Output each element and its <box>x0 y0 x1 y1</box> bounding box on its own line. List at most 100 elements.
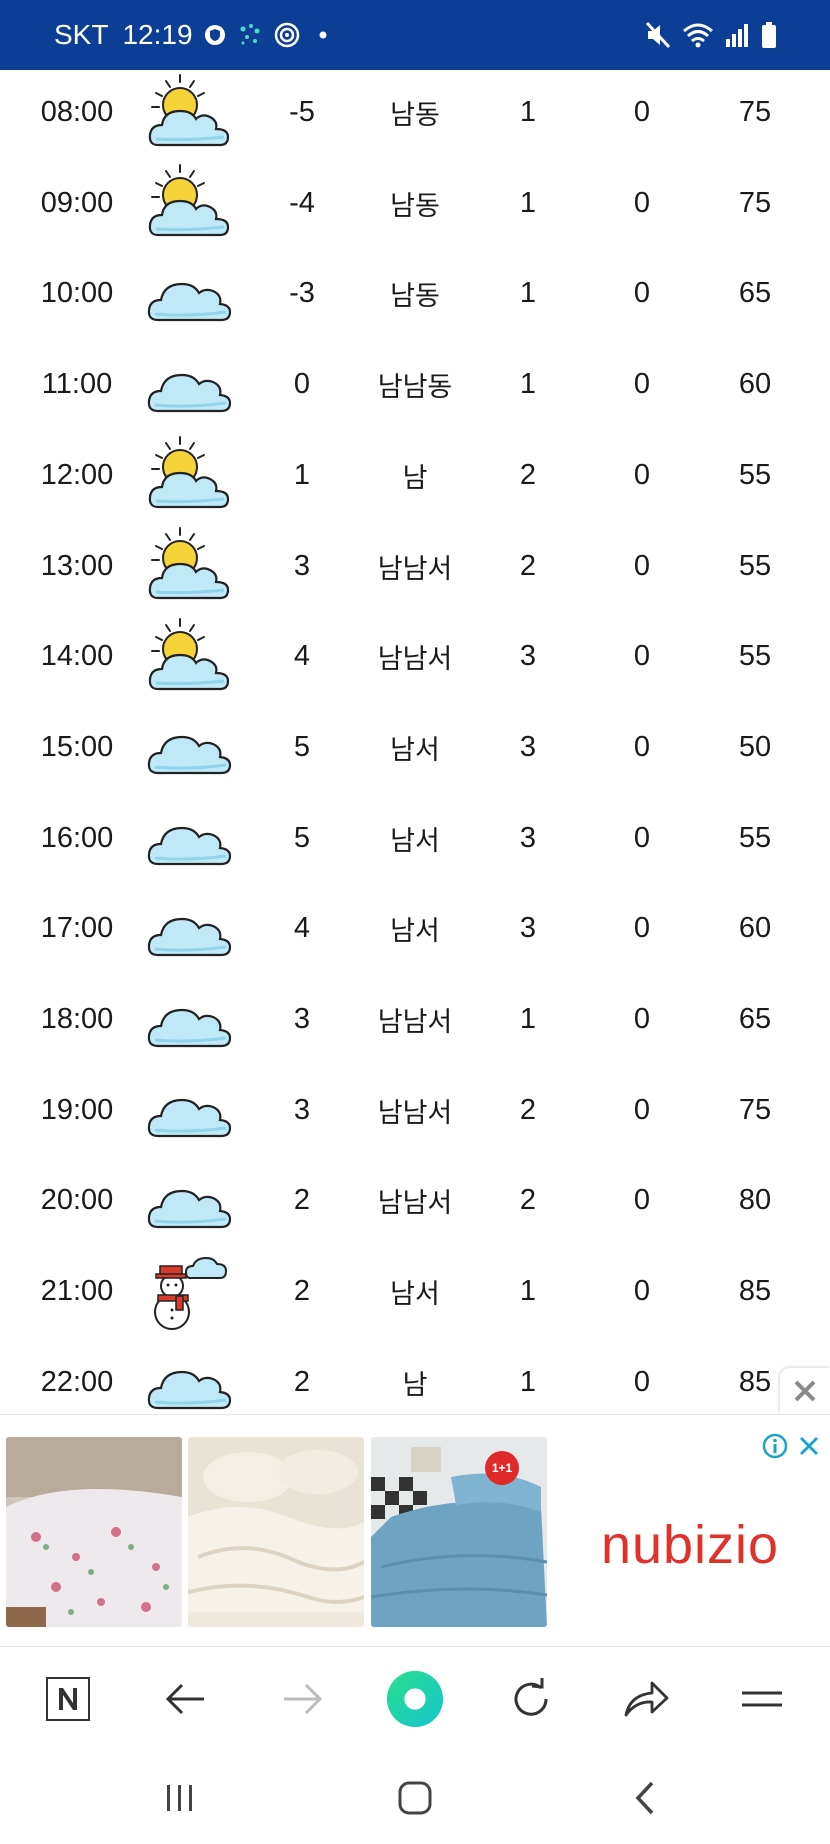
wind-direction-cell: 남동 <box>390 100 440 131</box>
weather-row: 08:00 -5 남동 1 0 75 <box>0 68 830 158</box>
humidity-cell: 75 <box>738 186 772 219</box>
time-cell: 17:00 <box>40 912 114 945</box>
precipitation-cell: 0 <box>633 1003 651 1035</box>
wind-direction-cell: 남남서 <box>377 553 453 585</box>
temperature-cell: -5 <box>289 96 315 128</box>
cloudy-icon <box>142 339 236 430</box>
ad-image-blue-mattress[interactable]: 1+1 <box>371 1437 547 1627</box>
wind-direction-cell: 남서 <box>390 734 440 766</box>
temperature-cell: 3 <box>293 1003 311 1035</box>
wind-direction-cell: 남 <box>402 462 428 494</box>
menu-icon[interactable] <box>732 1669 792 1729</box>
precipitation-cell: 0 <box>633 458 651 491</box>
precipitation-cell: 0 <box>633 1365 651 1398</box>
weather-row: 12:00 1 남 2 0 55 <box>0 430 830 521</box>
humidity-cell: 60 <box>738 368 772 401</box>
cloudy-icon <box>142 1155 236 1246</box>
wind-speed-cell: 2 <box>519 1184 537 1217</box>
forward-arrow-icon[interactable] <box>272 1669 332 1729</box>
wind-speed-cell: 3 <box>519 821 537 854</box>
precipitation-cell: 0 <box>633 1093 651 1126</box>
time-cell: 08:00 <box>40 96 114 128</box>
ad-badge: 1+1 <box>485 1451 519 1485</box>
wind-speed-cell: 1 <box>519 96 537 128</box>
temperature-cell: 2 <box>293 1184 311 1217</box>
android-nav-bar <box>0 1750 830 1844</box>
temperature-cell: -4 <box>289 186 315 219</box>
wind-direction-cell: 남서 <box>390 825 440 857</box>
cloudy-icon <box>142 1337 236 1412</box>
precipitation-cell: 0 <box>633 1184 651 1217</box>
partly-sunny-icon <box>142 521 236 612</box>
back-icon[interactable] <box>615 1768 675 1828</box>
ad-banner[interactable]: 1+1 nubizio <box>0 1414 830 1644</box>
wind-speed-cell: 1 <box>519 1003 537 1035</box>
humidity-cell: 55 <box>738 549 772 582</box>
temperature-cell: 2 <box>293 1275 311 1308</box>
weather-row: 18:00 3 남남서 1 0 65 <box>0 974 830 1065</box>
recent-apps-icon[interactable] <box>150 1768 210 1828</box>
ad-image-floral-bedding[interactable] <box>6 1437 182 1627</box>
cloudy-icon <box>142 702 236 793</box>
weather-row: 22:00 2 남 1 0 85 <box>0 1337 830 1412</box>
wind-speed-cell: 3 <box>519 730 537 763</box>
wind-speed-cell: 1 <box>519 1275 537 1308</box>
wind-speed-cell: 3 <box>519 640 537 673</box>
dot-icon <box>309 21 337 49</box>
precipitation-cell: 0 <box>633 1275 651 1308</box>
wind-direction-cell: 남동 <box>390 190 440 222</box>
target-icon <box>273 21 301 49</box>
humidity-cell: 55 <box>738 458 772 491</box>
carrier-label: SKT <box>54 19 109 50</box>
share-icon[interactable] <box>616 1669 676 1729</box>
precipitation-cell: 0 <box>633 549 651 582</box>
back-arrow-icon[interactable] <box>156 1669 216 1729</box>
precipitation-cell: 0 <box>633 96 651 128</box>
wind-direction-cell: 남남서 <box>377 1097 453 1129</box>
ad-close-icon[interactable] <box>796 1433 822 1459</box>
humidity-cell: 65 <box>738 277 772 310</box>
wind-speed-cell: 1 <box>519 368 537 401</box>
wind-speed-cell: 2 <box>519 549 537 582</box>
green-dot-icon[interactable] <box>385 1669 445 1729</box>
precipitation-cell: 0 <box>633 912 651 945</box>
weather-row: 14:00 4 남남서 3 0 55 <box>0 611 830 702</box>
time-cell: 22:00 <box>40 1365 114 1398</box>
ad-collapse-icon[interactable] <box>780 1368 830 1414</box>
home-icon[interactable] <box>385 1768 445 1828</box>
humidity-cell: 60 <box>738 912 772 945</box>
time-cell: 19:00 <box>40 1093 114 1126</box>
humidity-cell: 75 <box>738 1093 772 1126</box>
ad-info-icon[interactable] <box>762 1433 788 1459</box>
cloudy-icon <box>142 883 236 974</box>
wind-speed-cell: 1 <box>519 186 537 219</box>
humidity-cell: 65 <box>738 1003 772 1035</box>
refresh-icon[interactable] <box>501 1669 561 1729</box>
humidity-cell: 75 <box>738 96 772 128</box>
cloudy-icon <box>142 248 236 339</box>
time-cell: 09:00 <box>40 186 114 219</box>
dots-icon <box>237 21 265 49</box>
mute-icon <box>644 20 672 54</box>
precipitation-cell: 0 <box>633 821 651 854</box>
snow-icon <box>142 1246 236 1337</box>
precipitation-cell: 0 <box>633 186 651 219</box>
weather-row: 19:00 3 남남서 2 0 75 <box>0 1065 830 1156</box>
browser-toolbar <box>0 1646 830 1750</box>
signal-icon <box>724 21 750 53</box>
naver-home-icon[interactable] <box>38 1669 98 1729</box>
temperature-cell: 4 <box>293 640 311 673</box>
wind-direction-cell: 남남동 <box>377 372 453 404</box>
wind-speed-cell: 2 <box>519 458 537 491</box>
ad-brand-logo[interactable]: nubizio <box>560 1505 820 1585</box>
wind-direction-cell: 남동 <box>390 281 440 313</box>
partly-sunny-icon <box>142 430 236 521</box>
weather-row: 21:00 2 남서 1 0 85 <box>0 1246 830 1337</box>
weather-row: 13:00 3 남남서 2 0 55 <box>0 521 830 612</box>
time-cell: 21:00 <box>40 1275 114 1308</box>
status-left: SKT 12:19 <box>0 19 337 51</box>
partly-sunny-icon <box>142 158 236 249</box>
vpn-shield-icon <box>201 21 229 49</box>
weather-row: 11:00 0 남남동 1 0 60 <box>0 339 830 430</box>
ad-image-white-duvet[interactable] <box>188 1437 364 1627</box>
